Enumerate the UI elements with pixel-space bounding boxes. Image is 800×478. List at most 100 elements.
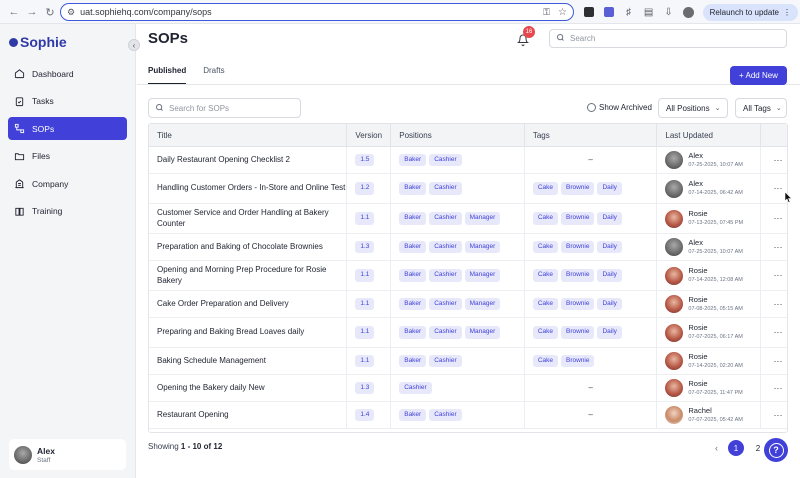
tab-published[interactable]: Published — [148, 66, 187, 85]
help-button[interactable]: ? — [764, 438, 788, 462]
sidebar-item-sops[interactable]: SOPs — [8, 117, 127, 140]
column-header-version[interactable]: Version — [347, 124, 392, 146]
more-options-icon[interactable]: ··· — [769, 212, 787, 224]
sop-title[interactable]: Handling Customer Orders - In-Store and … — [149, 174, 348, 203]
tag-badge: Daily — [597, 269, 622, 282]
version-cell: 1.1 — [347, 204, 392, 233]
sidebar-item-company[interactable]: Company — [8, 172, 127, 195]
more-options-icon[interactable]: ··· — [769, 409, 787, 421]
extension-dark-icon[interactable] — [583, 6, 595, 18]
row-actions-cell: ··· — [761, 147, 787, 173]
sop-title[interactable]: Cake Order Preparation and Delivery — [149, 291, 348, 317]
tag-badge: Cake — [532, 182, 558, 195]
updated-by: Rosie — [688, 378, 708, 388]
tags-filter[interactable]: All Tags ⌄ — [735, 98, 787, 118]
more-options-icon[interactable]: ··· — [769, 241, 787, 253]
tag-badge: Daily — [597, 240, 622, 254]
reload-icon[interactable]: ↻ — [42, 4, 58, 20]
tag-badge: Cake — [532, 297, 558, 311]
tags-cell: Cake Brownie Daily — [525, 318, 658, 347]
sop-title[interactable]: Opening and Morning Prep Procedure for R… — [149, 261, 348, 290]
positions-filter[interactable]: All Positions ⌄ — [658, 98, 728, 118]
sidebar-item-files[interactable]: Files — [8, 145, 127, 168]
sop-title[interactable]: Customer Service and Order Handling at B… — [149, 204, 348, 233]
collapse-sidebar-icon[interactable]: ‹ — [128, 39, 140, 51]
column-header-title[interactable]: Title — [149, 124, 348, 146]
table-row[interactable]: Customer Service and Order Handling at B… — [149, 204, 787, 234]
user-card[interactable]: Alex Staff — [9, 439, 126, 470]
more-options-icon[interactable]: ··· — [769, 382, 787, 394]
more-options-icon[interactable]: ··· — [769, 355, 787, 367]
bookmark-star-icon[interactable]: ☆ — [558, 7, 567, 18]
table-row[interactable]: Handling Customer Orders - In-Store and … — [149, 174, 787, 204]
more-options-icon[interactable]: ··· — [769, 154, 787, 166]
brand-logo[interactable]: Sophie — [9, 34, 67, 50]
showing-prefix: Showing — [148, 442, 181, 451]
column-header-tags[interactable]: Tags — [525, 124, 658, 146]
position-badge: Baker — [399, 240, 427, 254]
sop-search-placeholder: Search for SOPs — [169, 103, 230, 113]
showing-range: 1 - 10 of 12 — [180, 442, 223, 451]
show-archived-toggle[interactable]: Show Archived — [587, 103, 652, 112]
puzzle-icon[interactable]: ♯ — [623, 6, 635, 18]
key-icon[interactable]: ⚿ — [543, 7, 550, 18]
sidebar-item-training[interactable]: Training — [8, 200, 127, 223]
global-search-input[interactable]: Search — [549, 29, 787, 48]
sidebar-item-dashboard[interactable]: Dashboard — [8, 62, 127, 85]
version-cell: 1.3 — [347, 375, 392, 401]
profile-avatar-icon[interactable] — [683, 6, 695, 18]
table-row[interactable]: Baking Schedule Management 1.1 Baker Cashie… — [149, 348, 787, 375]
table-row[interactable]: Preparation and Baking of Chocolate Brow… — [149, 234, 787, 261]
relaunch-button[interactable]: Relaunch to update ⋮ — [702, 3, 798, 21]
tab-search-icon[interactable]: ▤ — [643, 6, 655, 18]
prev-page-icon[interactable]: ‹ — [715, 443, 718, 453]
updated-by: Rosie — [688, 209, 708, 219]
version-badge: 1.1 — [355, 297, 375, 311]
table-row[interactable]: Opening the Bakery daily New 1.3 Cashier – R… — [149, 375, 787, 402]
sop-title-text: Restaurant Opening — [157, 409, 229, 419]
table-row[interactable]: Opening and Morning Prep Procedure for R… — [149, 261, 787, 291]
column-header-last-updated[interactable]: Last Updated — [657, 124, 762, 146]
column-header-positions[interactable]: Positions — [391, 124, 525, 146]
empty-tags: – — [588, 409, 593, 419]
page-button-1[interactable]: 1 — [728, 440, 744, 456]
archived-checkbox[interactable] — [587, 103, 596, 112]
address-bar[interactable]: ⚙ uat.sophiehq.com/company/sops ⚿ ☆ — [60, 3, 574, 21]
updated-by: Rosie — [688, 266, 708, 276]
download-icon[interactable]: ⇩ — [663, 6, 675, 18]
more-options-icon[interactable]: ··· — [769, 298, 787, 310]
version-cell: 1.4 — [347, 402, 392, 428]
table-row[interactable]: Cake Order Preparation and Delivery 1.1 Ba… — [149, 291, 787, 318]
sop-title[interactable]: Baking Schedule Management — [149, 348, 348, 374]
sop-title[interactable]: Restaurant Opening — [149, 402, 348, 428]
row-actions-cell: ··· — [761, 204, 787, 233]
tags-cell: Cake Brownie — [525, 348, 658, 374]
tab-drafts[interactable]: Drafts — [203, 66, 224, 85]
more-options-icon[interactable]: ··· — [769, 326, 787, 338]
forward-icon[interactable]: → — [24, 4, 40, 20]
mouse-cursor-icon — [784, 190, 793, 203]
row-actions-cell: ··· — [761, 174, 787, 203]
sidebar-item-label: Files — [32, 151, 50, 161]
sop-title[interactable]: Preparation and Baking of Chocolate Brow… — [149, 234, 348, 260]
tags-filter-value: All Tags — [743, 103, 771, 113]
version-cell: 1.1 — [347, 318, 392, 347]
sop-title[interactable]: Opening the Bakery daily New — [149, 375, 348, 401]
add-new-button[interactable]: + Add New — [730, 66, 787, 85]
search-icon — [556, 33, 565, 44]
table-row[interactable]: Restaurant Opening 1.4 Baker Cashier – Rachel… — [149, 402, 787, 429]
more-options-icon[interactable]: ··· — [769, 269, 787, 281]
back-icon[interactable]: ← — [6, 4, 22, 20]
sidebar-item-tasks[interactable]: Tasks — [8, 90, 127, 113]
sop-search-input[interactable]: Search for SOPs — [148, 98, 301, 118]
table-row[interactable]: Preparing and Baking Bread Loaves daily 1… — [149, 318, 787, 348]
sop-title[interactable]: Preparing and Baking Bread Loaves daily — [149, 318, 348, 347]
sop-title[interactable]: Daily Restaurant Opening Checklist 2 — [149, 147, 348, 173]
sidebar-nav: Dashboard Tasks SOPs Files Company Training — [8, 62, 127, 227]
table-row[interactable]: Daily Restaurant Opening Checklist 2 1.5 B… — [149, 147, 787, 174]
tag-badge: Brownie — [561, 326, 595, 339]
version-badge: 1.3 — [355, 240, 375, 254]
site-info-icon[interactable]: ⚙ — [67, 7, 75, 18]
tag-badge: Brownie — [561, 269, 595, 282]
extension-purple-icon[interactable] — [603, 6, 615, 18]
